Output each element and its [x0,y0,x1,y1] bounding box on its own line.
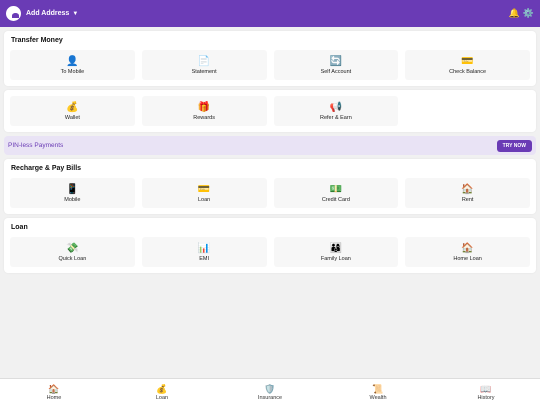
cash-icon: 💵 [329,183,343,195]
top-bar: Add Address ▼ 🔔 ⚙️ [0,0,540,27]
bell-icon[interactable]: 🔔 [509,8,520,19]
transfer-money-section: Transfer Money 👤 To Mobile 📄 Statement 🔄 Se… [4,31,536,86]
gift-icon: 🎁 [197,101,211,113]
add-address-button[interactable]: Add Address ▼ [26,10,78,17]
nav-insurance[interactable]: 🛡️ Insurance [216,379,324,405]
transfer-arrows-icon: 🔄 [329,55,343,67]
tile-label: Rent [461,196,474,203]
tile-label: Statement [191,68,217,75]
rent-button[interactable]: 🏠 Rent [405,178,530,208]
tile-label: Credit Card [321,196,350,203]
card-icon: 💳 [197,183,211,195]
tile-label: Rewards [193,114,215,121]
loan-bill-button[interactable]: 💳 Loan [141,178,267,208]
tile-label: Refer & Earn [319,114,352,121]
avatar-icon [11,12,19,18]
chevron-down-icon: ▼ [72,10,79,17]
scroll-icon: 📜 [372,383,384,394]
shield-icon: 🛡️ [264,383,276,394]
person-icon: 👤 [66,55,79,67]
nav-label: Loan [155,394,169,401]
nav-wealth[interactable]: 📜 Wealth [324,379,432,405]
to-mobile-button[interactable]: 👤 To Mobile [10,50,135,80]
rewards-button[interactable]: 🎁 Rewards [141,96,267,126]
tile-label: Wallet [64,114,80,121]
mobile-recharge-button[interactable]: 📱 Mobile [10,178,135,208]
gear-icon[interactable]: ⚙️ [523,8,534,19]
tile-label: Mobile [64,196,81,203]
refer-earn-button[interactable]: 📢 Refer & Earn [273,96,399,126]
pinless-promo-banner: PIN-less Payments TRY NOW [4,136,536,155]
tile-label: Quick Loan [58,255,87,262]
house-icon: 🏠 [48,383,60,394]
tile-label: Check Balance [449,68,487,75]
section-title: Recharge & Pay Bills [11,165,82,172]
tile-label: To Mobile [60,68,85,75]
credit-card-button[interactable]: 💵 Credit Card [273,178,399,208]
nav-label: Home [46,394,62,401]
emi-button[interactable]: 📊 EMI [141,237,267,267]
house-icon: 🏠 [461,242,474,254]
chart-icon: 📊 [197,242,211,254]
loan-section: Loan 💸 Quick Loan 📊 EMI 👨‍👩‍👦 Family Loan 🏠… [4,218,536,273]
tile-label: Home Loan [453,255,482,262]
book-icon: 📖 [480,383,492,394]
nav-label: Wealth [369,394,387,401]
section-title: Loan [11,224,28,231]
nav-label: Insurance [257,394,283,401]
check-balance-button[interactable]: 💳 Check Balance [405,50,530,80]
nav-label: History [477,394,495,401]
tile-label: Family Loan [320,255,351,262]
nav-loan[interactable]: 💰 Loan [108,379,216,405]
phone-icon: 📱 [66,183,79,195]
try-now-button[interactable]: TRY NOW [496,139,532,152]
family-icon: 👨‍👩‍👦 [329,242,343,254]
bottom-navigation: 🏠 Home 💰 Loan 🛡️ Insurance 📜 Wealth 📖 History [0,378,540,405]
wallet-button[interactable]: 💰 Wallet [10,96,135,126]
self-account-button[interactable]: 🔄 Self Account [273,50,399,80]
family-loan-button[interactable]: 👨‍👩‍👦 Family Loan [273,237,399,267]
add-address-label: Add Address [26,10,70,17]
recharge-section: Recharge & Pay Bills 📱 Mobile 💳 Loan 💵 Cred… [4,159,536,214]
section-title: Transfer Money [11,37,63,44]
document-icon: 📄 [197,55,211,67]
tile-label: Self Account [320,68,352,75]
money-bag-icon: 💰 [66,101,79,113]
quick-loan-button[interactable]: 💸 Quick Loan [10,237,135,267]
profile-avatar[interactable] [6,6,21,21]
money-bag-icon: 💰 [156,383,168,394]
nav-history[interactable]: 📖 History [432,379,540,405]
home-loan-button[interactable]: 🏠 Home Loan [405,237,530,267]
flying-money-icon: 💸 [66,242,79,254]
extras-section: 💰 Wallet 🎁 Rewards 📢 Refer & Earn [4,90,536,132]
promo-text: PIN-less Payments [8,142,64,149]
tile-label: EMI [199,255,210,262]
card-icon: 💳 [461,55,474,67]
statement-button[interactable]: 📄 Statement [141,50,267,80]
megaphone-icon: 📢 [329,101,343,113]
tile-label: Loan [198,196,211,203]
nav-home[interactable]: 🏠 Home [0,379,108,405]
house-icon: 🏠 [461,183,474,195]
